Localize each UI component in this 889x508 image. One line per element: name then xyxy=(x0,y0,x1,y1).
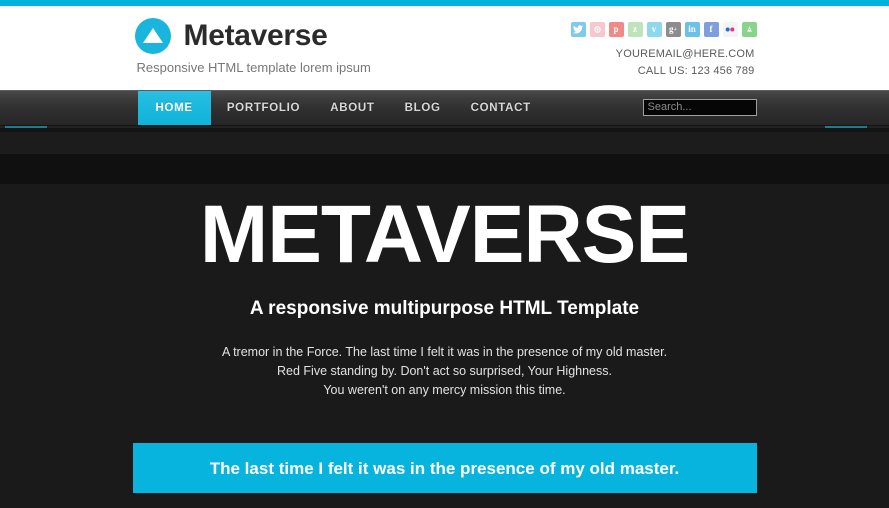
nav-item-about[interactable]: ABOUT xyxy=(316,91,388,125)
search-box xyxy=(642,97,757,116)
divider-rule xyxy=(0,126,889,128)
googleplus-icon[interactable]: g + xyxy=(665,22,681,37)
brand-logo[interactable]: Metaverse xyxy=(134,18,328,54)
hero-band-upper xyxy=(0,132,889,154)
contact-info: YOUREMAIL@HERE.COM CALL US: 123 456 789 xyxy=(616,46,755,80)
divider-accent-right xyxy=(825,126,867,128)
hero-subtitle: A responsive multipurpose HTML Template xyxy=(249,298,640,319)
triangle-in-circle-logo-icon xyxy=(134,18,171,54)
search-input[interactable] xyxy=(642,98,757,116)
zerply-icon[interactable]: z xyxy=(627,22,643,37)
brand-tagline: Responsive HTML template lorem ipsum xyxy=(136,60,371,75)
hero-band-lower xyxy=(0,154,889,184)
callout-banner: The last time I felt it was in the prese… xyxy=(132,443,757,493)
vimeo-icon[interactable]: v xyxy=(646,22,662,37)
contact-email[interactable]: YOUREMAIL@HERE.COM xyxy=(616,46,755,63)
callout-container: The last time I felt it was in the prese… xyxy=(132,443,757,493)
contact-phone: CALL US: 123 456 789 xyxy=(637,65,755,77)
instagram-icon[interactable] xyxy=(589,22,605,37)
main-navigation: HOME PORTFOLIO ABOUT BLOG CONTACT xyxy=(0,90,889,125)
nav-divider xyxy=(0,125,889,132)
twitter-icon[interactable] xyxy=(570,22,586,37)
brand-name: Metaverse xyxy=(183,19,328,52)
hero-section: METAVERSE A responsive multipurpose HTML… xyxy=(0,184,889,400)
nav-item-contact[interactable]: CONTACT xyxy=(457,91,545,125)
nav-item-portfolio[interactable]: PORTFOLIO xyxy=(213,91,314,125)
hero-line-3: You weren't on any mercy mission this ti… xyxy=(323,383,566,397)
social-links: p z v g + in f xyxy=(570,22,757,37)
hero-title: METAVERSE xyxy=(199,189,690,280)
android-icon[interactable] xyxy=(741,22,757,37)
hero-line-1: A tremor in the Force. The last time I f… xyxy=(221,345,668,359)
flickr-icon[interactable] xyxy=(722,22,738,37)
divider-accent-left xyxy=(5,126,47,128)
facebook-icon[interactable]: f xyxy=(703,22,719,37)
nav-item-home[interactable]: HOME xyxy=(137,91,211,125)
nav-item-blog[interactable]: BLOG xyxy=(391,91,455,125)
hero-line-2: Red Five standing by. Don't act so surpr… xyxy=(277,364,612,378)
hero-description: A tremor in the Force. The last time I f… xyxy=(0,343,889,400)
site-header: Metaverse Responsive HTML template lorem… xyxy=(0,6,889,90)
linkedin-icon[interactable]: in xyxy=(684,22,700,37)
pinterest-icon[interactable]: p xyxy=(608,22,624,37)
